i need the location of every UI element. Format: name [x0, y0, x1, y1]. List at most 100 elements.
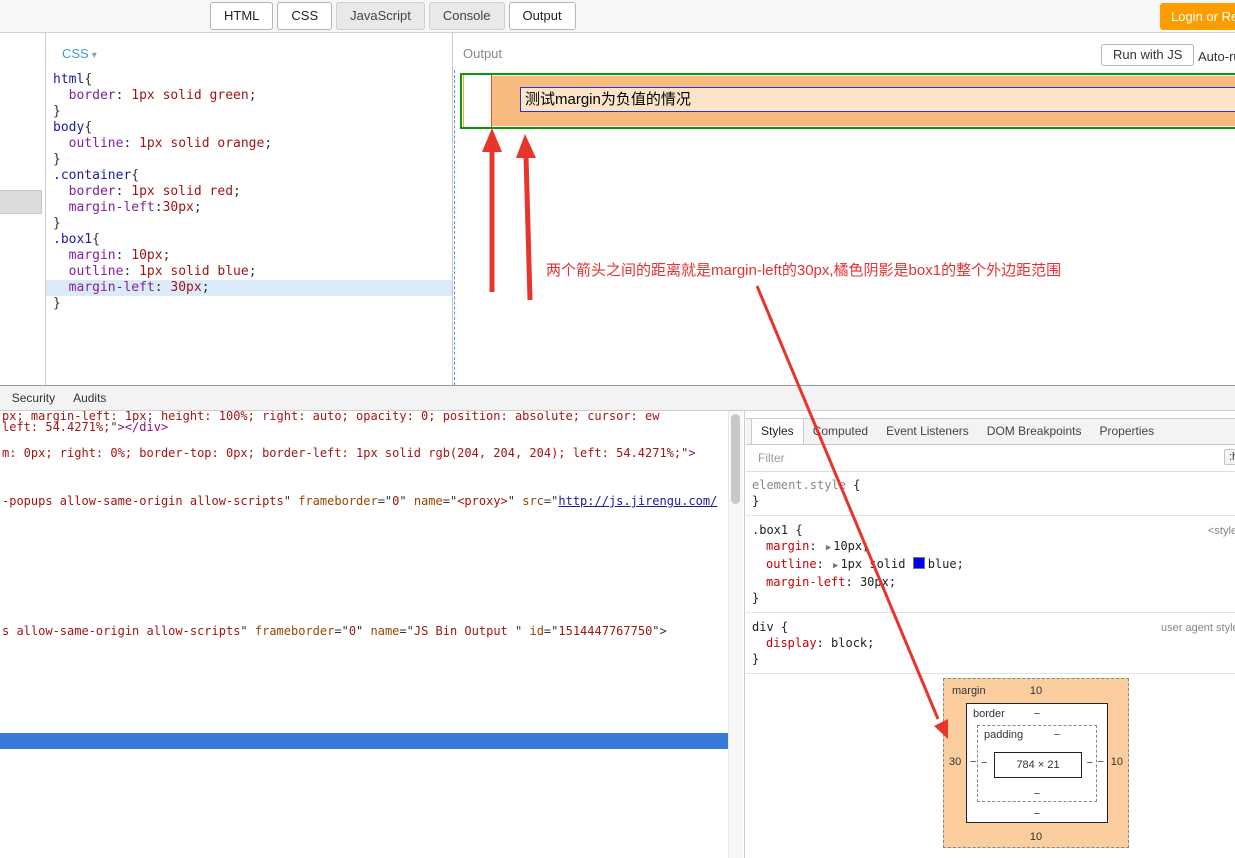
css-panel-label: CSS	[62, 46, 89, 61]
output-preview: 测试margin为负值的情况 两个箭头之间的距离就是margin-left的30…	[453, 70, 1235, 385]
code-line-15: }	[53, 296, 61, 311]
chevron-down-icon: ▾	[91, 50, 97, 61]
box-model-border-ring: border − − − − padding − − − − 784 × 21	[966, 703, 1108, 823]
expand-arrow-icon[interactable]: ▶	[826, 543, 831, 553]
box-model-margin-ring: margin 10 30 10 10 border − − − − paddin…	[943, 678, 1129, 848]
tab-html[interactable]: HTML	[210, 2, 274, 30]
css-panel-menu[interactable]: CSS ▾	[62, 46, 97, 61]
tab-css[interactable]: CSS	[277, 2, 333, 30]
box1-text: 测试margin为负值的情况	[525, 91, 691, 108]
left-rail	[0, 33, 46, 385]
annotation-text: 两个箭头之间的距离就是margin-left的30px,橘色阴影是box1的整个…	[546, 262, 1062, 279]
padding-top-value: −	[1053, 729, 1061, 741]
source-link[interactable]: http://js.jirengu.com/	[558, 494, 717, 508]
code-line-14: margin-left: 30px;	[46, 280, 452, 296]
rule-close: }	[752, 494, 760, 508]
code-line-2: border: 1px solid green;	[68, 88, 257, 103]
elements-scrollbar[interactable]	[728, 411, 743, 858]
selected-element-row[interactable]	[0, 733, 728, 749]
rule-selector[interactable]: .box1 {	[752, 522, 1229, 538]
styles-tab-properties[interactable]: Properties	[1090, 419, 1163, 444]
elements-tree-row[interactable]: s allow-same-origin allow-scripts" frame…	[2, 624, 667, 638]
devtools-toolbar: ApplicationSecurityAudits	[0, 386, 1235, 411]
color-swatch[interactable]	[912, 557, 925, 569]
styles-sidebar-tabs: Styles Computed Event Listeners DOM Breakpo…	[746, 418, 1235, 445]
elements-scrollbar-thumb[interactable]	[731, 414, 740, 504]
styles-tab-styles[interactable]: Styles	[751, 419, 804, 444]
code-line-13: outline: 1px solid blue;	[68, 264, 257, 279]
style-property[interactable]: outline: ▶ 1px solid blue;	[752, 556, 1229, 574]
tab-console[interactable]: Console	[428, 2, 505, 30]
rule-close: }	[752, 591, 760, 605]
box1-element: 测试margin为负值的情况	[520, 87, 1235, 112]
style-property[interactable]: display: block;	[752, 635, 1229, 651]
border-left-value: −	[970, 756, 977, 768]
css-code-editor[interactable]: html{ border: 1px solid green;} body{ out…	[46, 72, 452, 312]
stylesheet-source-link[interactable]: user agent stylesheet	[1161, 620, 1235, 636]
devtools-tab-audits[interactable]: Audits	[64, 386, 115, 410]
styles-tab-event-listeners[interactable]: Event Listeners	[877, 419, 978, 444]
auto-run-toggle[interactable]: Auto-run JS	[1198, 49, 1235, 64]
devtools-main-tabs: ApplicationSecurityAudits	[0, 386, 1235, 410]
content-size-value: 784 × 21	[1016, 758, 1060, 771]
padding-left-value: −	[981, 756, 988, 769]
code-line-9: margin-left:30px;	[68, 200, 202, 215]
code-line-12: margin: 10px;	[68, 248, 171, 263]
styles-filter-input[interactable]: Filter	[758, 451, 785, 465]
rule-selector[interactable]: div {	[752, 619, 1229, 635]
rule-selector[interactable]: element.style {	[752, 477, 1229, 493]
code-line-3: }	[53, 104, 61, 119]
topbar: HTML CSS JavaScript Console Output Login or …	[0, 0, 1235, 33]
code-line-1: html{	[53, 72, 93, 87]
styles-tab-dom-breakpoints[interactable]: DOM Breakpoints	[978, 419, 1091, 444]
expand-arrow-icon[interactable]: ▶	[833, 561, 838, 571]
style-property[interactable]: margin-left: 30px;	[752, 574, 1229, 590]
code-line-11: .box1{	[53, 232, 100, 247]
run-with-js-button[interactable]: Run with JS	[1101, 44, 1195, 66]
body-outline-line	[463, 75, 464, 127]
elements-tree-row[interactable]: m: 0px; right: 0%; border-top: 0px; bord…	[2, 446, 696, 460]
stylesheet-source-link[interactable]: <style>	[1208, 523, 1235, 539]
styles-tab-computed[interactable]: Computed	[804, 419, 877, 444]
margin-right-value: 10	[1110, 756, 1123, 768]
code-line-10: }	[53, 216, 61, 231]
tab-javascript[interactable]: JavaScript	[336, 2, 425, 30]
style-rule: element.style {}	[746, 471, 1235, 516]
code-line-4: body{	[53, 120, 93, 135]
elements-tree-row[interactable]: left: 54.4271%;"></div>	[2, 420, 168, 434]
jsbin-with-devtools: HTML CSS JavaScript Console Output Login or …	[0, 0, 1235, 858]
elements-panel[interactable]: px; margin-left: 1px; height: 100%; righ…	[0, 411, 745, 858]
border-right-value: −	[1097, 756, 1104, 768]
style-rules: element.style {}.box1 {<style>margin: ▶1…	[746, 471, 1235, 674]
style-property[interactable]: margin: ▶ 10px;	[752, 538, 1229, 556]
rule-close: }	[752, 652, 760, 666]
padding-bottom-value: −	[1033, 788, 1041, 800]
login-button[interactable]: Login or Register	[1160, 3, 1235, 30]
style-rule: .box1 {<style>margin: ▶10px;outline: ▶1p…	[746, 516, 1235, 613]
output-header: Output Run with JS Auto-run JS	[453, 33, 1235, 71]
tab-output[interactable]: Output	[508, 2, 576, 30]
box-model-content: 784 × 21	[994, 751, 1082, 778]
panel-tabs: HTML CSS JavaScript Console Output	[210, 2, 576, 30]
styles-sidebar: Styles Computed Event Listeners DOM Breakpo…	[746, 411, 1235, 858]
border-bottom-value: −	[1033, 808, 1041, 820]
code-line-8: border: 1px solid red;	[68, 184, 241, 199]
workspace: CSS ▾ html{ border: 1px solid green;} body…	[0, 33, 1235, 385]
border-top-value: −	[1033, 708, 1041, 720]
code-line-6: }	[53, 152, 61, 167]
devtools-tab-security[interactable]: Security	[3, 386, 64, 410]
devtools: ApplicationSecurityAudits px; margin-lef…	[0, 385, 1235, 858]
styles-filter-bar: Filter :hov	[746, 446, 1235, 472]
output-panel: Output Run with JS Auto-run JS 测试margin为…	[452, 33, 1235, 385]
iframe-boundary-line	[454, 70, 455, 385]
hov-button[interactable]: :hov	[1224, 449, 1235, 465]
padding-right-value: −	[1086, 756, 1093, 769]
margin-bottom-value: 10	[1029, 831, 1043, 843]
css-editor-panel[interactable]: CSS ▾ html{ border: 1px solid green;} body…	[46, 33, 452, 385]
box-model-diagram: margin 10 30 10 10 border − − − − paddin…	[943, 678, 1129, 848]
box-model-padding-ring: padding − − − − 784 × 21	[977, 725, 1097, 802]
style-rule: div {user agent stylesheetdisplay: block…	[746, 613, 1235, 674]
elements-tree-row[interactable]: -popups allow-same-origin allow-scripts"…	[2, 494, 717, 508]
rendered-page-preview: 测试margin为负值的情况	[460, 73, 1235, 129]
margin-left-value: 30	[949, 756, 962, 768]
